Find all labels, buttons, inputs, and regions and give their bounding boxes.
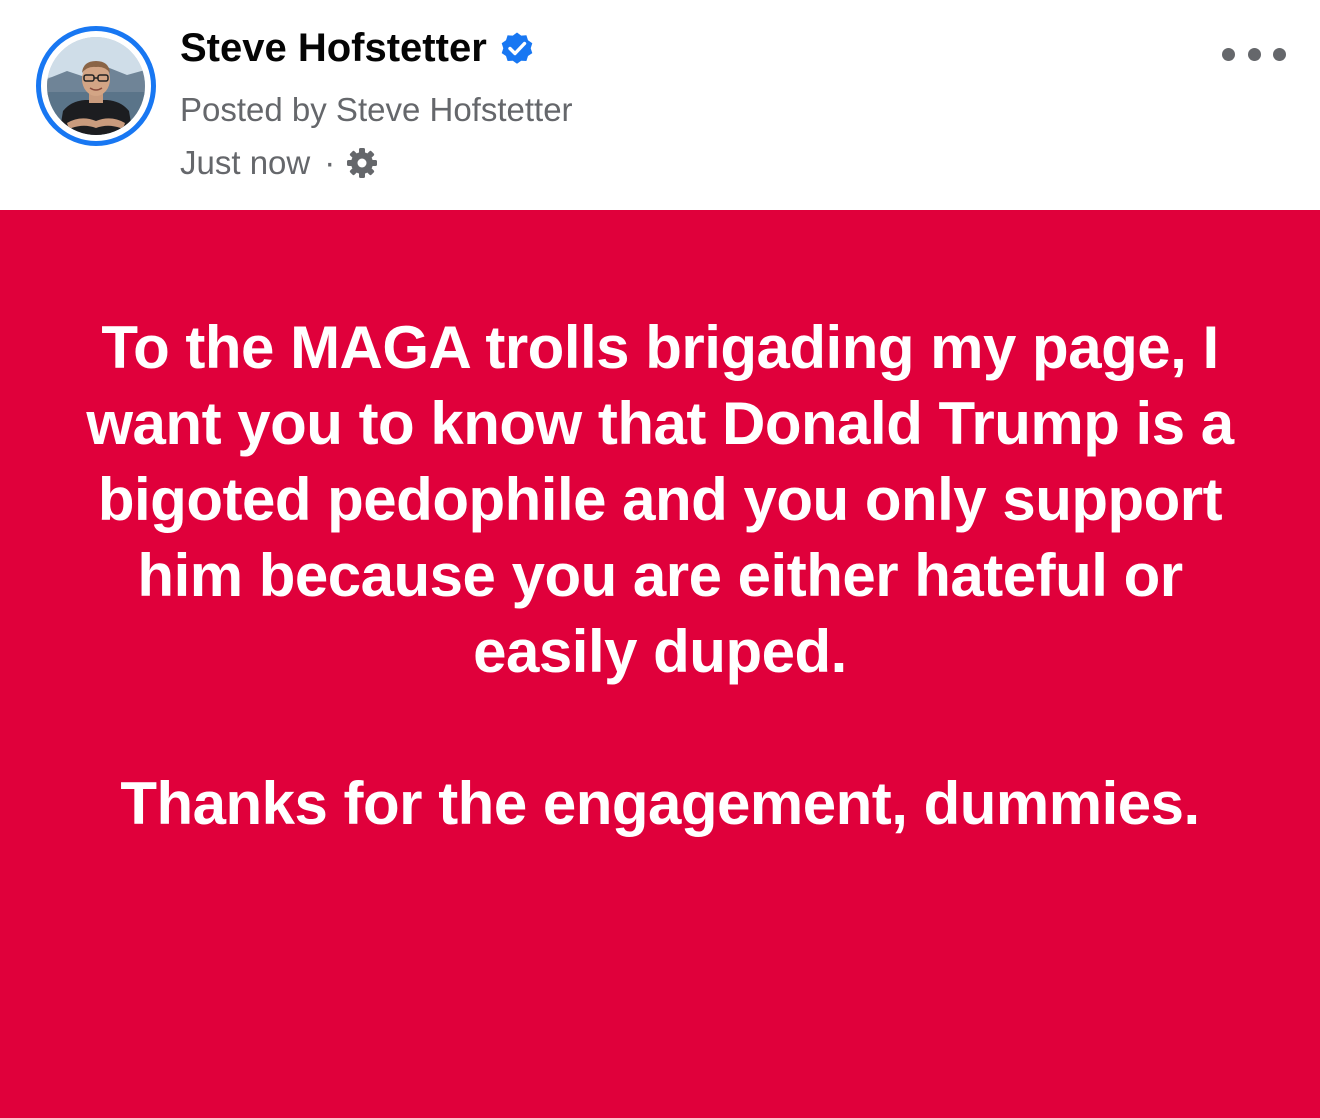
meta-separator: · [324,144,336,181]
more-options-icon[interactable] [1222,36,1286,72]
post-paragraph: Thanks for the engagement, dummies. [120,770,1200,837]
facebook-post: Steve Hofstetter Posted by Steve Hofstet… [0,0,1320,1118]
verified-badge-icon [499,30,535,66]
avatar-photo [47,37,145,135]
author-name[interactable]: Steve Hofstetter [180,24,535,72]
more-dot [1273,47,1286,61]
gear-icon[interactable] [345,146,379,180]
post-meta: Just now · [180,143,379,183]
posted-by-label[interactable]: Posted by Steve Hofstetter [180,90,573,130]
more-dot [1247,47,1261,61]
more-dot [1222,47,1235,61]
author-name-text[interactable]: Steve Hofstetter [180,24,487,72]
post-background: To the MAGA trolls brigading my page, I … [0,210,1320,1118]
post-header: Steve Hofstetter Posted by Steve Hofstet… [0,0,1320,210]
author-avatar[interactable] [36,26,156,146]
post-text: To the MAGA trolls brigading my page, I … [80,310,1240,842]
post-paragraph: To the MAGA trolls brigading my page, I … [86,314,1234,685]
post-timestamp[interactable]: Just now [180,143,310,183]
